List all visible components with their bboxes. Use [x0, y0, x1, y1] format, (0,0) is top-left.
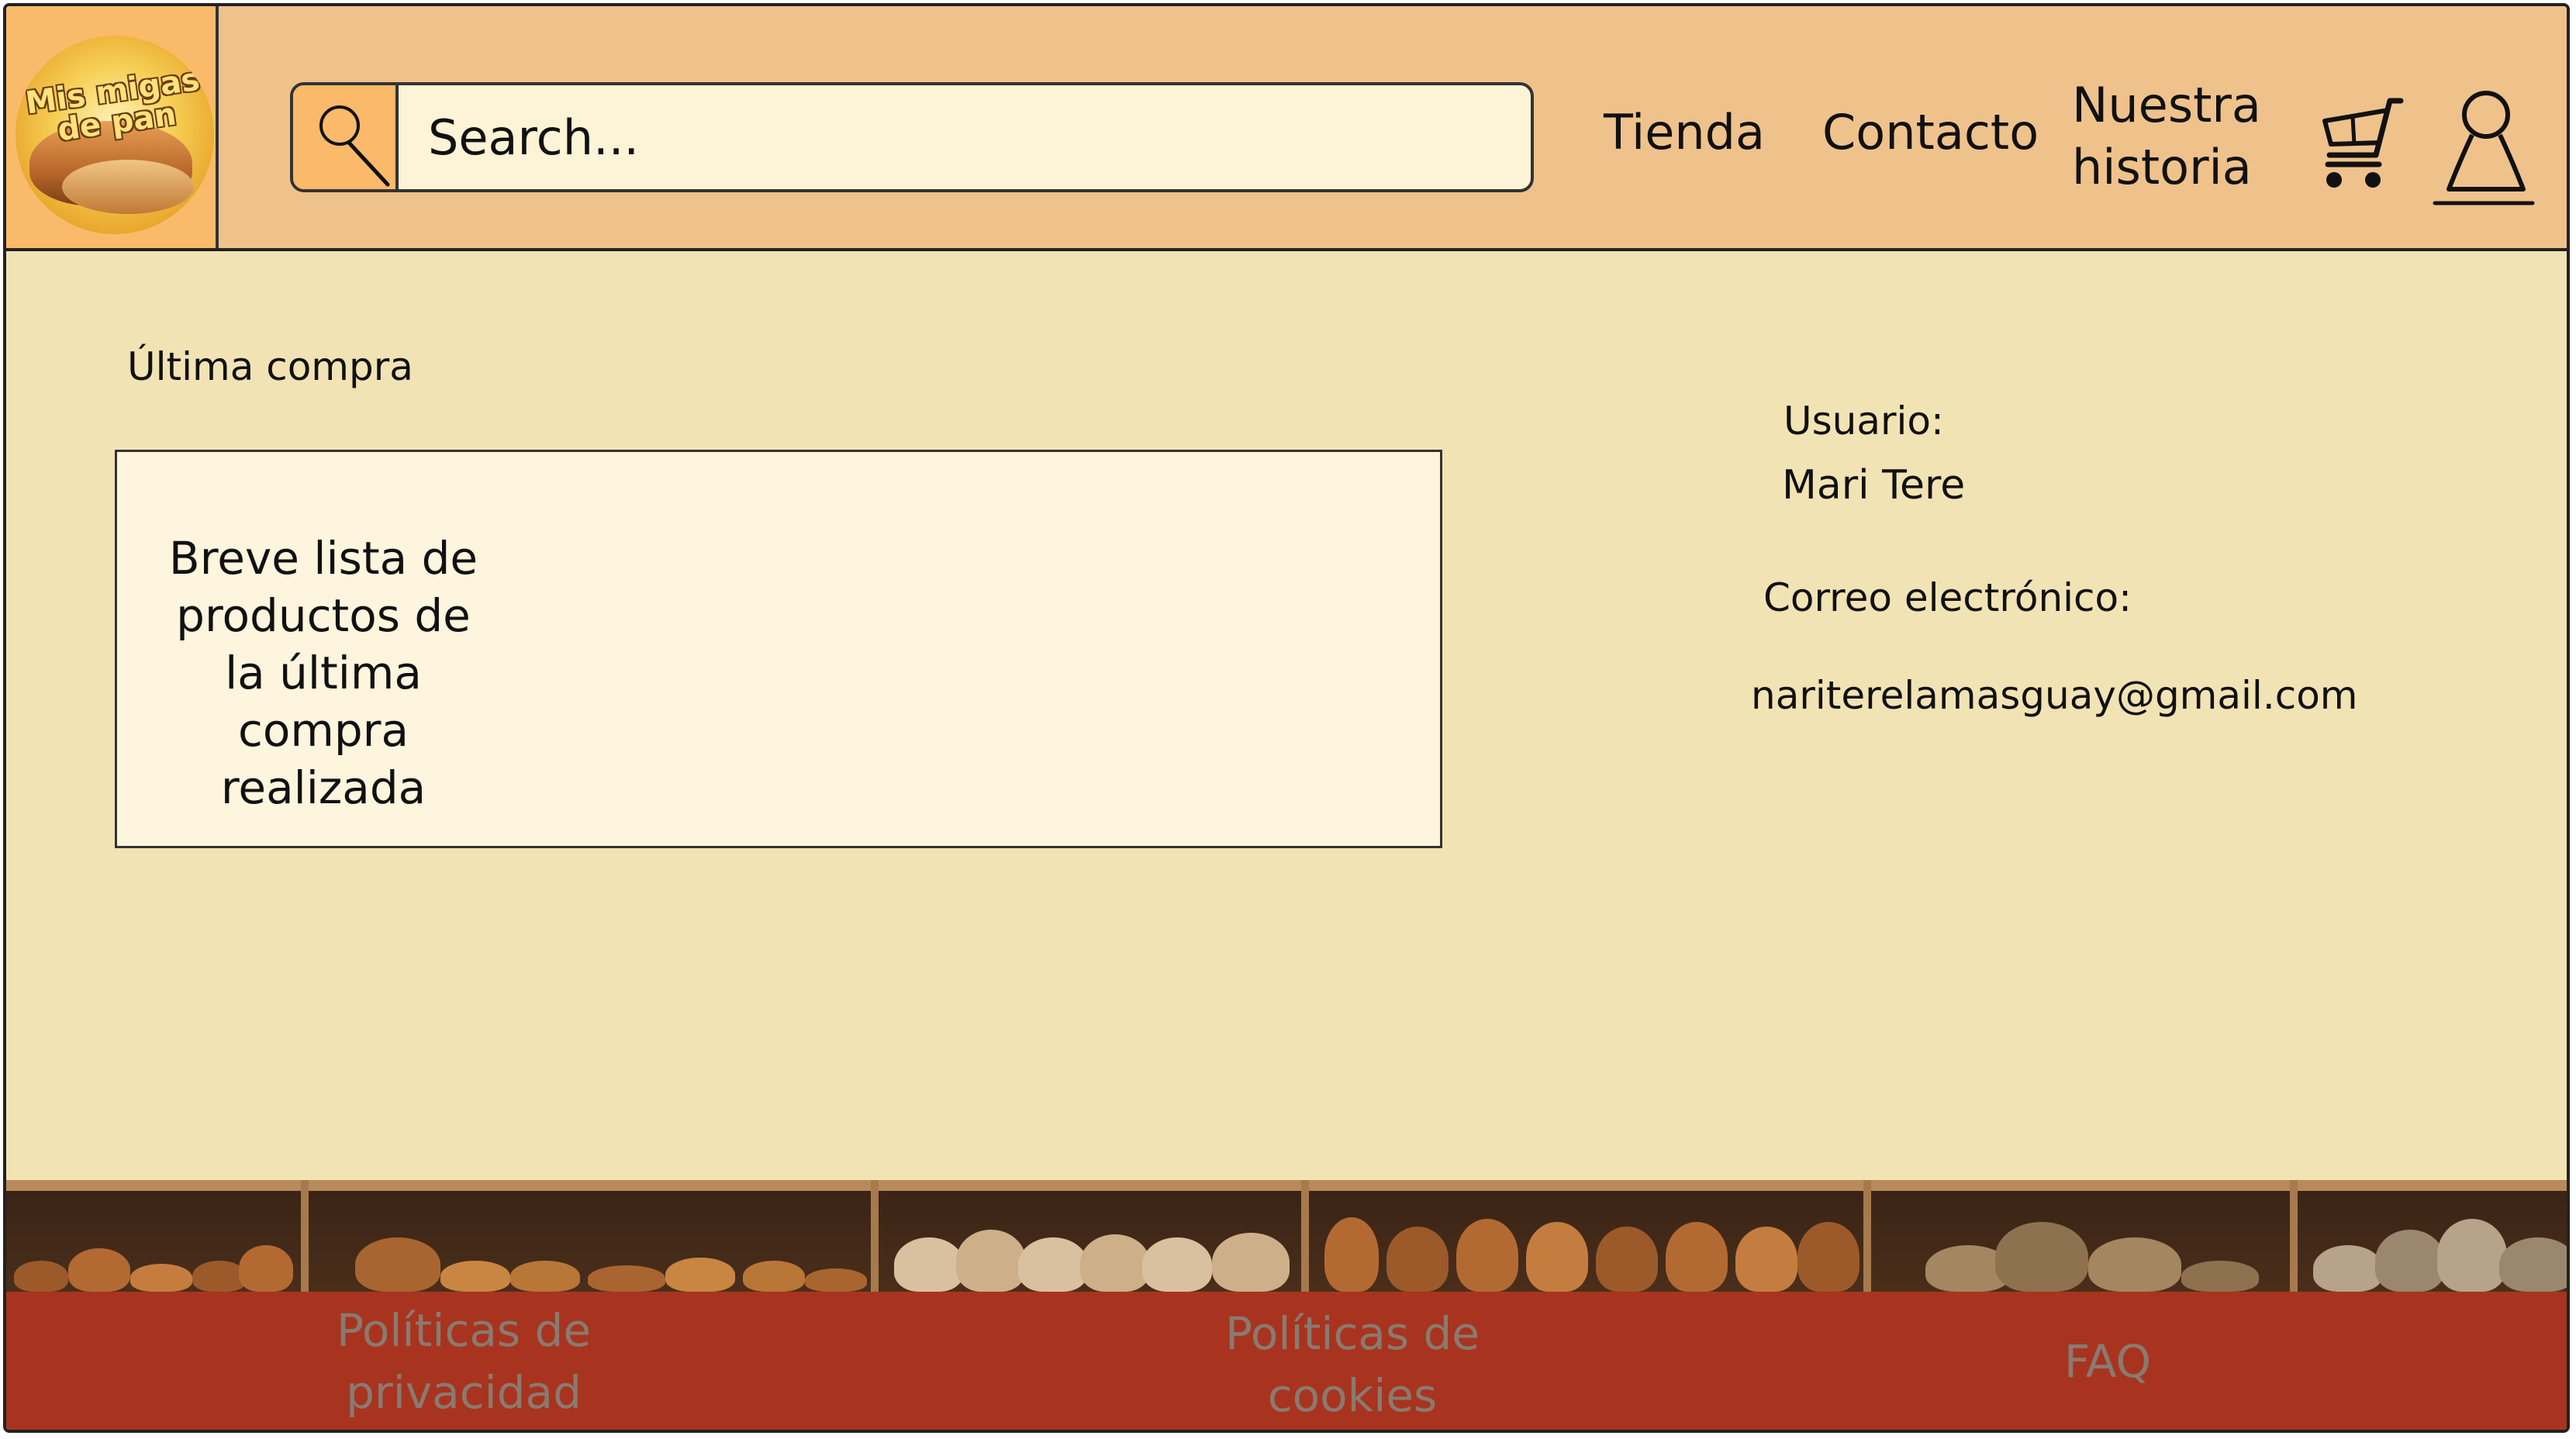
bread-loaf	[1324, 1217, 1379, 1292]
bread-loaf	[1666, 1222, 1728, 1292]
bread-loaf	[1142, 1237, 1212, 1292]
bread-loaf	[2181, 1261, 2259, 1292]
header: Mis migas de pan Tienda Contacto Nuestra…	[6, 6, 2567, 251]
last-purchase-description: Breve lista de productos de la última co…	[168, 532, 478, 814]
user-label: Usuario:	[1784, 399, 1944, 443]
logo: Mis migas de pan	[16, 36, 214, 234]
email-label: Correo electrónico:	[1763, 575, 2132, 620]
bread-loaf	[2375, 1230, 2445, 1292]
search-icon	[319, 105, 390, 187]
search-input[interactable]	[402, 85, 1526, 189]
footer-link-cookies[interactable]: Políticas de cookies	[1174, 1303, 1531, 1427]
cart-button[interactable]	[2314, 90, 2415, 198]
search-bar	[290, 82, 1534, 192]
email-value: nariterelamasguay@gmail.com	[1751, 673, 2358, 718]
main-content: Última compra Breve lista de productos d…	[6, 251, 2567, 1182]
user-profile-button[interactable]	[2432, 84, 2536, 212]
shelf-section	[871, 1180, 1301, 1292]
last-purchase-title: Última compra	[127, 344, 413, 389]
shelf-section	[6, 1180, 301, 1292]
shelf-section	[1863, 1180, 2290, 1292]
footer: Políticas de privacidad Políticas de coo…	[6, 1292, 2567, 1430]
bread-loaf	[588, 1265, 665, 1292]
shelf-section	[301, 1180, 871, 1292]
logo-container[interactable]: Mis migas de pan	[6, 6, 219, 248]
bread-loaf	[665, 1258, 735, 1292]
cart-icon	[2322, 98, 2404, 188]
bread-loaf	[2499, 1237, 2567, 1292]
logo-bread-graphic	[62, 160, 194, 214]
bread-loaf	[1018, 1237, 1088, 1292]
bread-loaf	[1080, 1234, 1150, 1292]
shelf-section	[2290, 1180, 2567, 1292]
bread-loaf	[68, 1248, 130, 1292]
bread-loaf	[130, 1264, 192, 1292]
app-window: Mis migas de pan Tienda Contacto Nuestra…	[3, 3, 2570, 1433]
last-purchase-panel: Breve lista de productos de la última co…	[115, 450, 1442, 848]
bread-loaf	[239, 1245, 293, 1292]
bread-loaf	[1212, 1233, 1290, 1292]
bread-loaf	[355, 1237, 440, 1292]
bread-loaf	[440, 1261, 510, 1292]
bread-loaf	[956, 1230, 1026, 1292]
bread-loaf	[2313, 1245, 2383, 1292]
bread-shelf-banner	[6, 1180, 2567, 1292]
bread-loaf	[510, 1261, 580, 1292]
bread-loaf	[743, 1261, 805, 1292]
bread-loaf	[1735, 1227, 1797, 1292]
nav-link-contacto[interactable]: Contacto	[1822, 104, 2039, 160]
bread-loaf	[1456, 1219, 1518, 1292]
search-button[interactable]	[293, 85, 399, 189]
footer-link-privacy[interactable]: Políticas de privacidad	[285, 1299, 642, 1423]
shelf-section	[1301, 1180, 1863, 1292]
bread-loaf	[14, 1261, 68, 1292]
bread-loaf	[805, 1268, 867, 1292]
footer-link-faq[interactable]: FAQ	[1991, 1330, 2224, 1392]
bread-loaf	[1797, 1222, 1859, 1292]
bread-loaf	[1596, 1227, 1658, 1292]
nav-link-nuestra-historia[interactable]: Nuestra historia	[2072, 74, 2281, 198]
bread-loaf	[2437, 1219, 2507, 1292]
nav-link-tienda[interactable]: Tienda	[1604, 104, 1765, 160]
user-name-value: Mari Tere	[1782, 462, 1966, 509]
bread-loaf	[2088, 1237, 2181, 1292]
bread-loaf	[1995, 1222, 2088, 1292]
logo-text: Mis migas de pan	[23, 61, 202, 149]
user-icon	[2433, 91, 2535, 205]
bread-loaf	[1526, 1222, 1588, 1292]
bread-loaf	[894, 1237, 964, 1292]
bread-loaf	[1386, 1227, 1449, 1292]
